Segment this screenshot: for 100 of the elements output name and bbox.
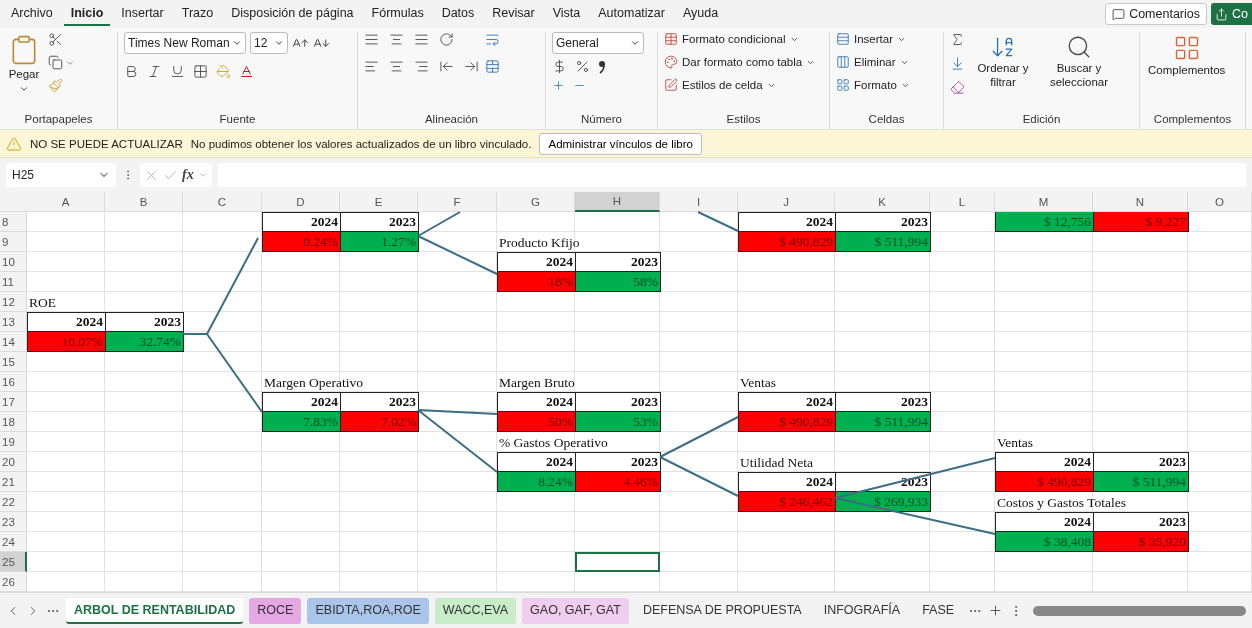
fill-icon[interactable]: [950, 56, 965, 71]
row-header[interactable]: 10: [0, 252, 27, 272]
cells-menu-button[interactable]: Eliminar: [836, 55, 909, 69]
row-header[interactable]: 19: [0, 432, 27, 452]
sheet-tab[interactable]: ARBOL DE RENTABILIDAD: [66, 597, 244, 624]
column-header[interactable]: J: [738, 192, 835, 212]
bold-icon[interactable]: [124, 64, 139, 79]
column-header[interactable]: D: [262, 192, 340, 212]
add-ins-button[interactable]: Complementos: [1146, 32, 1228, 80]
eraser-icon[interactable]: [950, 80, 965, 95]
column-header[interactable]: E: [340, 192, 418, 212]
row-header[interactable]: 9: [0, 232, 27, 252]
merge-cells-icon[interactable]: [485, 59, 500, 74]
styles-menu-button[interactable]: Formato condicional: [664, 32, 799, 46]
comma-style-icon[interactable]: [598, 59, 606, 74]
column-header[interactable]: N: [1093, 192, 1188, 212]
row-header[interactable]: 21: [0, 472, 27, 492]
column-header[interactable]: I: [660, 192, 738, 212]
row-header[interactable]: 18: [0, 412, 27, 432]
cut-icon[interactable]: [48, 32, 63, 47]
percent-icon[interactable]: [575, 59, 590, 74]
cells-menu-button[interactable]: Insertar: [836, 32, 906, 46]
row-header[interactable]: 13: [0, 312, 27, 332]
add-sheet-icon[interactable]: [988, 603, 1004, 618]
paste-button[interactable]: Pegar: [6, 32, 42, 96]
row-header[interactable]: 25: [0, 552, 27, 572]
name-box[interactable]: H25: [6, 163, 116, 187]
number-format-field[interactable]: General: [552, 32, 644, 54]
column-header[interactable]: M: [995, 192, 1093, 212]
menu-tab[interactable]: Inicio: [63, 2, 111, 26]
column-header[interactable]: G: [497, 192, 575, 212]
decrease-indent-icon[interactable]: [439, 59, 454, 74]
fill-color-icon[interactable]: [216, 64, 231, 79]
menu-tab[interactable]: Insertar: [114, 2, 171, 26]
sheet-tab[interactable]: INFOGRAFÍA: [815, 597, 909, 624]
sheet-tab[interactable]: DEFENSA DE PROPUESTA: [634, 597, 810, 624]
column-header[interactable]: H: [575, 192, 660, 212]
menu-tab[interactable]: Trazo: [174, 2, 221, 26]
menu-tab[interactable]: Vista: [545, 2, 588, 26]
column-header[interactable]: B: [105, 192, 183, 212]
increase-decimal-icon[interactable]: [552, 79, 565, 92]
comments-button[interactable]: Comentarios: [1105, 3, 1207, 25]
cells-menu-button[interactable]: Formato: [836, 78, 910, 92]
insert-function-button[interactable]: fx: [182, 167, 194, 183]
column-header[interactable]: L: [930, 192, 995, 212]
orientation-icon[interactable]: [439, 32, 454, 47]
row-header[interactable]: 14: [0, 332, 27, 352]
align-bottom-icon[interactable]: [414, 32, 429, 47]
font-size-field[interactable]: 12: [250, 32, 288, 54]
align-center-icon[interactable]: [389, 59, 404, 74]
italic-icon[interactable]: [147, 64, 162, 79]
increase-indent-icon[interactable]: [464, 59, 479, 74]
sort-filter-button[interactable]: Ordenar y filtrar: [971, 32, 1035, 92]
column-header[interactable]: F: [418, 192, 497, 212]
row-header[interactable]: 17: [0, 392, 27, 412]
selected-cell[interactable]: [575, 552, 660, 572]
wrap-text-icon[interactable]: [485, 32, 500, 47]
align-top-icon[interactable]: [364, 32, 379, 47]
underline-icon[interactable]: [170, 64, 185, 79]
sheet-tab[interactable]: FASE: [914, 597, 963, 624]
column-header[interactable]: O: [1188, 192, 1252, 212]
row-header[interactable]: 8: [0, 212, 27, 232]
autosum-icon[interactable]: [950, 32, 965, 47]
menu-tab[interactable]: Archivo: [4, 2, 60, 26]
menu-tab[interactable]: Ayuda: [675, 2, 726, 26]
row-header[interactable]: 22: [0, 492, 27, 512]
styles-menu-button[interactable]: Dar formato como tabla: [664, 55, 816, 69]
column-header[interactable]: C: [183, 192, 262, 212]
align-middle-icon[interactable]: [389, 32, 404, 47]
column-header[interactable]: A: [27, 192, 105, 212]
row-header[interactable]: 15: [0, 352, 27, 372]
menu-tab[interactable]: Automatizar: [591, 2, 672, 26]
borders-icon[interactable]: [193, 64, 208, 79]
currency-icon[interactable]: [552, 59, 567, 74]
font-color-icon[interactable]: [239, 64, 254, 79]
menu-tab[interactable]: Revisar: [485, 2, 542, 26]
menu-tab[interactable]: Disposición de página: [224, 2, 361, 26]
find-select-button[interactable]: Buscar y seleccionar: [1041, 32, 1117, 92]
manage-links-button[interactable]: Administrar vínculos de libro: [539, 132, 702, 155]
sheet-tab[interactable]: GAO, GAF, GAT: [522, 597, 629, 624]
share-button[interactable]: Co: [1211, 3, 1252, 25]
row-header[interactable]: 26: [0, 572, 27, 592]
sheet-tab[interactable]: EBIDTA,ROA,ROE: [307, 597, 429, 624]
column-header[interactable]: K: [835, 192, 930, 212]
horizontal-scrollbar[interactable]: [1033, 605, 1246, 616]
row-header[interactable]: 23: [0, 512, 27, 532]
row-header[interactable]: 20: [0, 452, 27, 472]
row-header[interactable]: 16: [0, 372, 27, 392]
row-header[interactable]: 24: [0, 532, 27, 552]
align-right-icon[interactable]: [414, 59, 429, 74]
sheet-tab[interactable]: ROCE: [249, 597, 302, 624]
row-header[interactable]: 11: [0, 272, 27, 292]
sheet-tab[interactable]: WACC,EVA: [434, 597, 517, 624]
font-name-field[interactable]: Times New Roman: [124, 32, 246, 54]
copy-icon[interactable]: [48, 55, 63, 70]
styles-menu-button[interactable]: Estilos de celda: [664, 78, 776, 92]
menu-tab[interactable]: Fórmulas: [364, 2, 431, 26]
row-header[interactable]: 12: [0, 292, 27, 312]
menu-tab[interactable]: Datos: [434, 2, 482, 26]
align-left-icon[interactable]: [364, 59, 379, 74]
